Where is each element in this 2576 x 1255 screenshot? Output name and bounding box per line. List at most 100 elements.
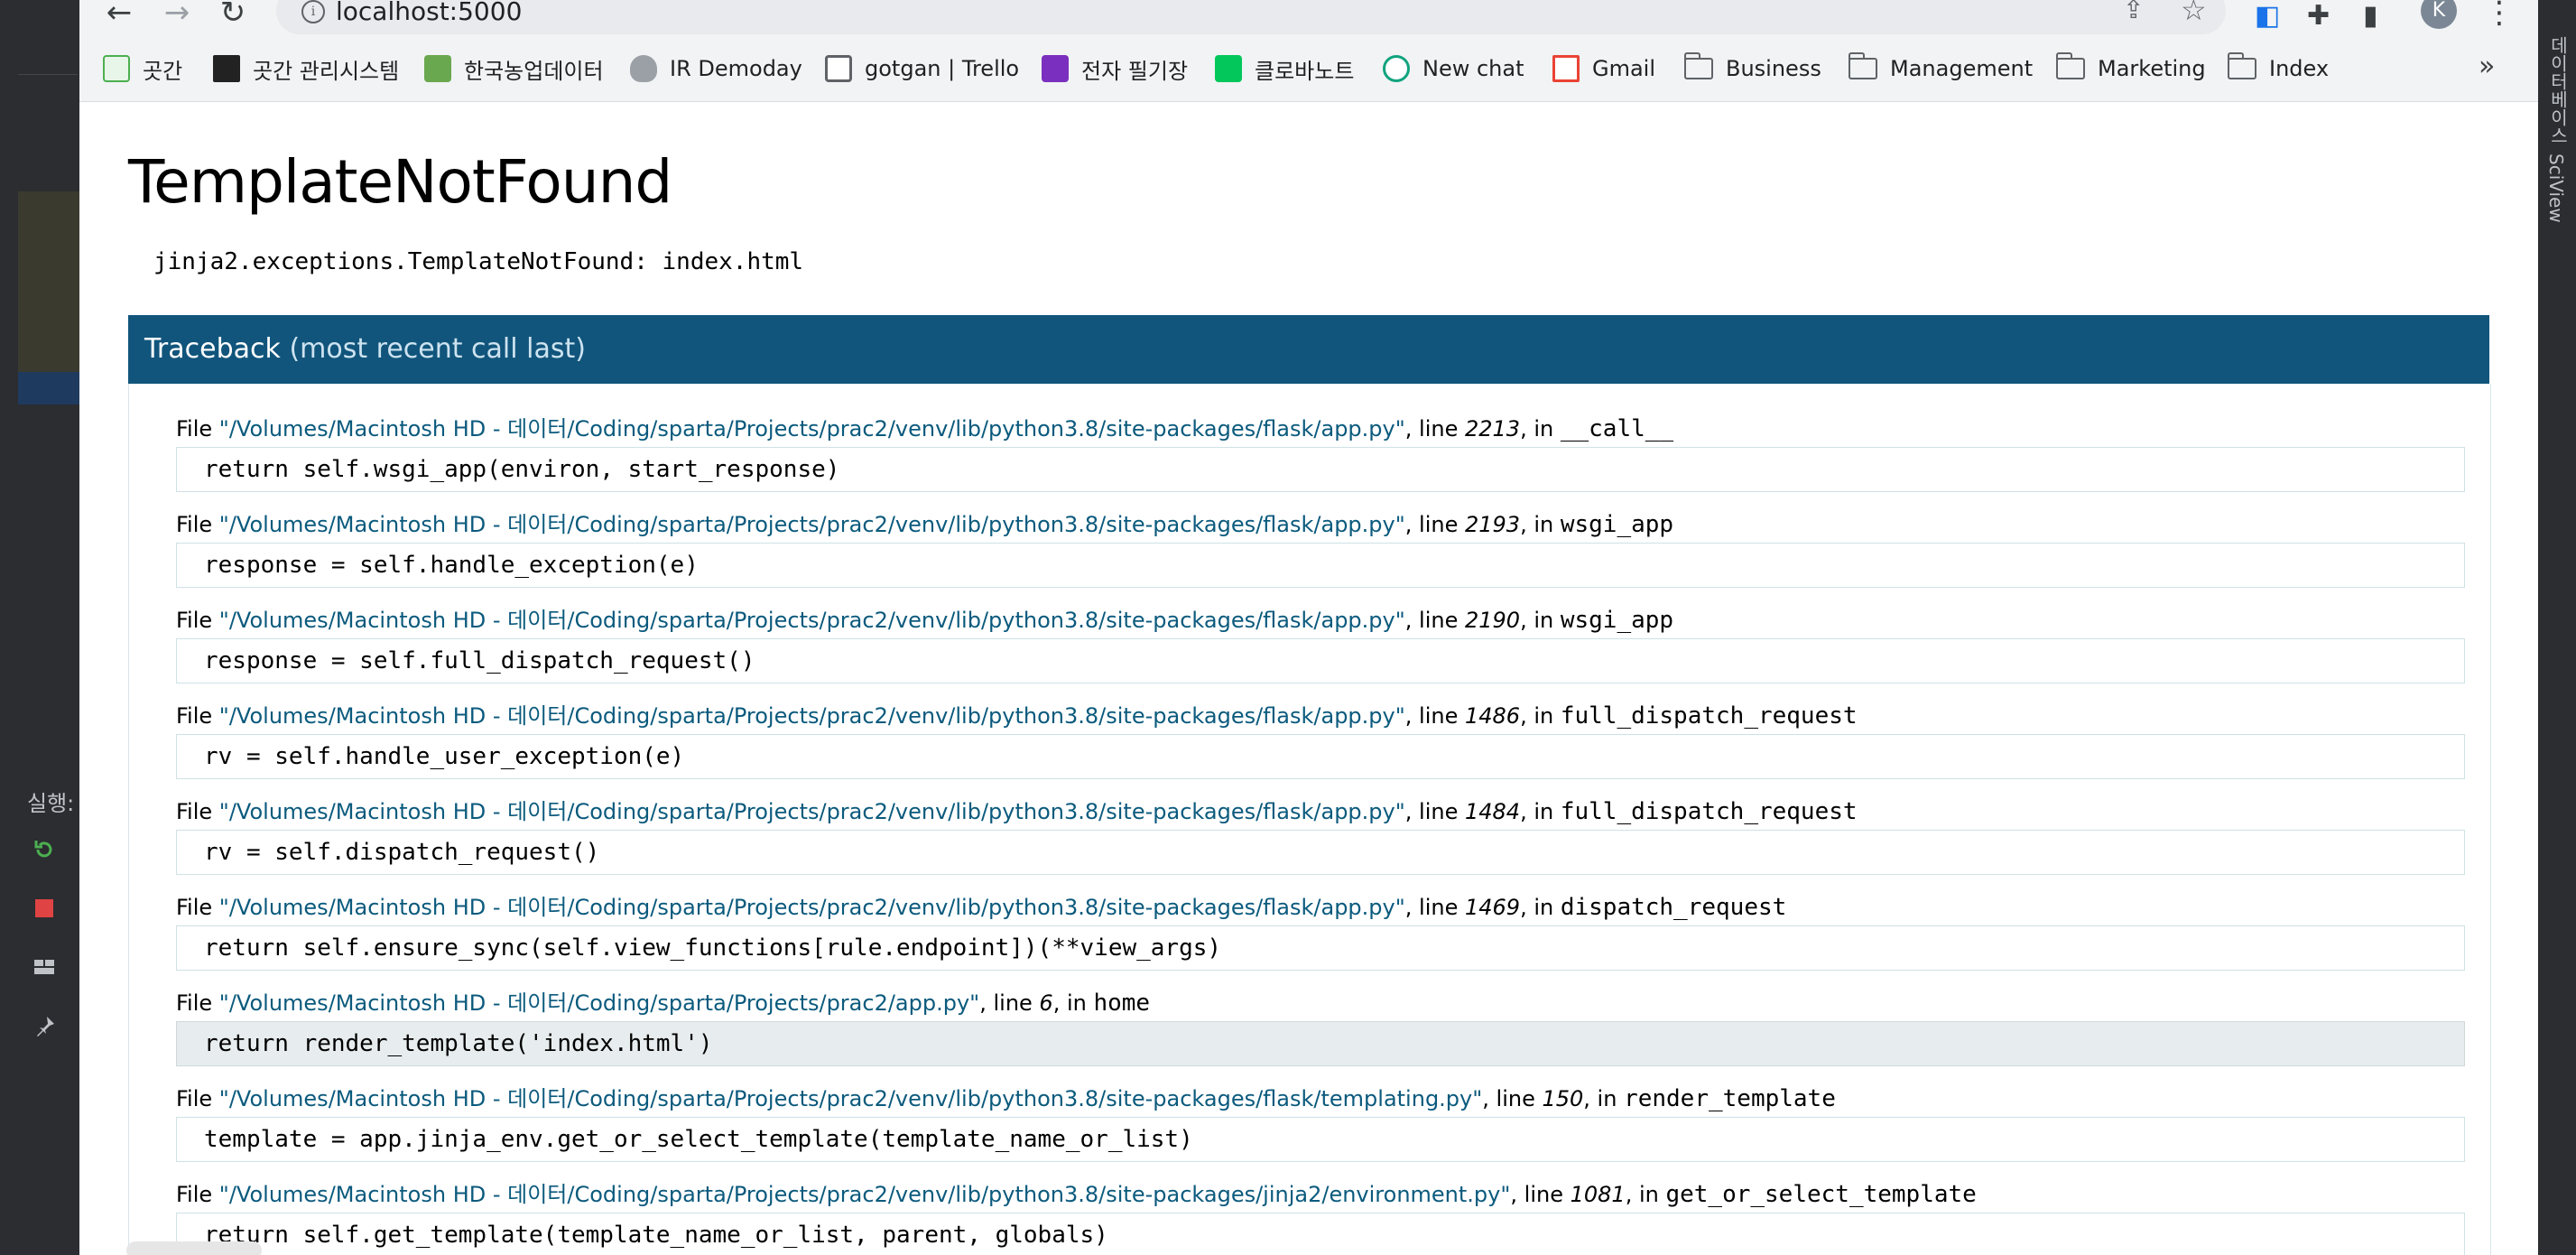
- frame-line: 1486: [1464, 703, 1521, 729]
- frame-code[interactable]: rv = self.dispatch_request(): [176, 830, 2465, 875]
- forward-button[interactable]: →: [159, 0, 195, 28]
- frame-function: __call__: [1560, 415, 1674, 442]
- bookmarks-bar: 곳간 곳간 관리시스템 한국농업데이터 IR Demoday gotgan | …: [79, 36, 2538, 102]
- layout-icon[interactable]: [32, 955, 56, 979]
- frame-location: File "/Volumes/Macintosh HD - 데이터/Coding…: [176, 511, 1674, 538]
- frame-location: File "/Volumes/Macintosh HD - 데이터/Coding…: [176, 894, 1787, 921]
- frame-function: get_or_select_template: [1665, 1181, 1977, 1208]
- frame-code-highlighted[interactable]: return render_template('index.html'): [176, 1021, 2465, 1066]
- ide-run-label: 실행:: [27, 791, 75, 816]
- onenote-icon: [1042, 55, 1069, 82]
- ide-right-panel: 데이터베이스 SciView: [2538, 0, 2576, 1255]
- frame-file[interactable]: "/Volumes/Macintosh HD - 데이터/Coding/spar…: [219, 512, 1405, 537]
- clova-icon: [1215, 55, 1242, 82]
- traceback-subtitle: (most recent call last): [289, 333, 586, 365]
- extensions-puzzle-icon[interactable]: ✚: [2307, 0, 2330, 32]
- frame-function: wsgi_app: [1560, 607, 1674, 634]
- reload-button[interactable]: ↻: [215, 0, 251, 28]
- bookmark-trello[interactable]: gotgan | Trello: [825, 52, 1019, 85]
- frame-code[interactable]: response = self.full_dispatch_request(): [176, 638, 2465, 683]
- frame-function: full_dispatch_request: [1560, 798, 1858, 825]
- frame-location: File "/Volumes/Macintosh HD - 데이터/Coding…: [176, 415, 1674, 442]
- back-button[interactable]: ←: [101, 0, 137, 28]
- frame-line: 2190: [1464, 608, 1521, 633]
- bookmark-folder-management[interactable]: Management: [1849, 52, 2033, 85]
- profile-avatar[interactable]: K: [2421, 0, 2457, 29]
- frame-file[interactable]: "/Volumes/Macintosh HD - 데이터/Coding/spar…: [219, 416, 1405, 442]
- share-icon[interactable]: ⇪: [2123, 0, 2144, 24]
- frame-code[interactable]: template = app.jinja_env.get_or_select_t…: [176, 1117, 2465, 1162]
- site-info-icon[interactable]: i: [301, 0, 325, 23]
- page-title: TemplateNotFound: [128, 147, 672, 217]
- frame-function: render_template: [1624, 1085, 1836, 1112]
- bookmark-folder-index[interactable]: Index: [2228, 52, 2329, 85]
- traceback-frame: File "/Volumes/Macintosh HD - 데이터/Coding…: [176, 413, 2465, 492]
- frame-line: 1469: [1464, 895, 1521, 920]
- frame-file[interactable]: "/Volumes/Macintosh HD - 데이터/Coding/spar…: [219, 895, 1405, 920]
- database-tab[interactable]: 데이터베이스: [2545, 36, 2571, 144]
- frame-function: dispatch_request: [1560, 894, 1787, 921]
- bookmark-ir-demoday[interactable]: IR Demoday: [630, 52, 802, 85]
- microphone-icon: [630, 55, 657, 82]
- folder-icon: [1849, 52, 1877, 79]
- frame-function: home: [1093, 990, 1151, 1017]
- frame-file[interactable]: "/Volumes/Macintosh HD - 데이터/Coding/spar…: [219, 990, 979, 1016]
- bookmark-new-chat[interactable]: New chat: [1383, 52, 1524, 85]
- traceback-title: Traceback: [144, 333, 281, 365]
- traceback-frame-app: File "/Volumes/Macintosh HD - 데이터/Coding…: [176, 987, 2465, 1066]
- frame-code[interactable]: rv = self.handle_user_exception(e): [176, 734, 2465, 779]
- pin-icon[interactable]: [32, 1015, 56, 1038]
- frame-code[interactable]: response = self.handle_exception(e): [176, 543, 2465, 588]
- frame-file[interactable]: "/Volumes/Macintosh HD - 데이터/Coding/spar…: [219, 703, 1405, 729]
- bookmark-gotgan[interactable]: 곳간: [103, 52, 182, 85]
- frame-code[interactable]: return self.get_template(template_name_o…: [176, 1213, 2465, 1255]
- bookmark-folder-marketing[interactable]: Marketing: [2056, 52, 2206, 85]
- page-content: TemplateNotFound jinja2.exceptions.Templ…: [79, 102, 2538, 1255]
- frame-code[interactable]: return self.ensure_sync(self.view_functi…: [176, 925, 2465, 971]
- ide-divider: [18, 74, 78, 75]
- gmail-icon: [1552, 55, 1580, 82]
- ide-left-panel: 실행:: [0, 0, 79, 1255]
- sciview-tab[interactable]: SciView: [2545, 153, 2567, 223]
- ide-project-tree[interactable]: [18, 191, 79, 372]
- traceback-frame: File "/Volumes/Macintosh HD - 데이터/Coding…: [176, 604, 2465, 683]
- bookmark-star-icon[interactable]: ☆: [2181, 0, 2207, 27]
- traceback-frame: File "/Volumes/Macintosh HD - 데이터/Coding…: [176, 508, 2465, 588]
- url-text[interactable]: localhost:5000: [336, 0, 522, 26]
- traceback-frame: File "/Volumes/Macintosh HD - 데이터/Coding…: [176, 1178, 2465, 1255]
- frame-code[interactable]: return self.wsgi_app(environ, start_resp…: [176, 447, 2465, 492]
- error-message: jinja2.exceptions.TemplateNotFound: inde…: [153, 248, 804, 275]
- browser-window: ← → ↻ i localhost:5000 ⇪ ☆ ◧ ✚ ▮ K ⋮ 곳간 …: [79, 0, 2538, 1255]
- frame-location: File "/Volumes/Macintosh HD - 데이터/Coding…: [176, 702, 1858, 730]
- frame-file[interactable]: "/Volumes/Macintosh HD - 데이터/Coding/spar…: [219, 608, 1405, 633]
- stop-icon[interactable]: [32, 897, 56, 920]
- browser-toolbar: ← → ↻ i localhost:5000 ⇪ ☆ ◧ ✚ ▮ K ⋮: [79, 0, 2538, 36]
- bookmark-onenote[interactable]: 전자 필기장: [1042, 52, 1188, 85]
- folder-icon: [2228, 52, 2256, 79]
- frame-line: 150: [1542, 1086, 1584, 1111]
- rerun-icon[interactable]: [32, 838, 56, 861]
- trello-icon: [825, 55, 852, 82]
- bookmark-agri-data[interactable]: 한국농업데이터: [424, 52, 604, 85]
- frame-line: 2213: [1464, 416, 1521, 442]
- frame-file[interactable]: "/Volumes/Macintosh HD - 데이터/Coding/spar…: [219, 1182, 1511, 1207]
- frame-file[interactable]: "/Volumes/Macintosh HD - 데이터/Coding/spar…: [219, 1086, 1482, 1111]
- bookmark-gotgan-admin[interactable]: 곳간 관리시스템: [213, 52, 399, 85]
- frame-location: File "/Volumes/Macintosh HD - 데이터/Coding…: [176, 1085, 1836, 1112]
- bookmarks-overflow-button[interactable]: »: [2479, 51, 2495, 82]
- chatgpt-icon: [1383, 55, 1410, 82]
- frame-line: 1484: [1464, 799, 1521, 824]
- horizontal-scrollbar[interactable]: [126, 1241, 262, 1255]
- browser-menu-icon[interactable]: ⋮: [2484, 0, 2515, 31]
- frame-location: File "/Volumes/Macintosh HD - 데이터/Coding…: [176, 798, 1858, 825]
- address-bar[interactable]: i localhost:5000 ⇪ ☆: [276, 0, 2226, 34]
- frame-file[interactable]: "/Volumes/Macintosh HD - 데이터/Coding/spar…: [219, 799, 1405, 824]
- bookmark-folder-business[interactable]: Business: [1684, 52, 1821, 85]
- gotgan-icon: [103, 55, 130, 82]
- bookmark-gmail[interactable]: Gmail: [1552, 52, 1655, 85]
- side-panel-icon[interactable]: ▮: [2363, 0, 2378, 32]
- bookmark-clova[interactable]: 클로바노트: [1215, 52, 1354, 85]
- extension-translate-icon[interactable]: ◧: [2255, 0, 2280, 32]
- ide-selected-row[interactable]: [18, 372, 79, 404]
- traceback-frames: File "/Volumes/Macintosh HD - 데이터/Coding…: [128, 384, 2491, 1255]
